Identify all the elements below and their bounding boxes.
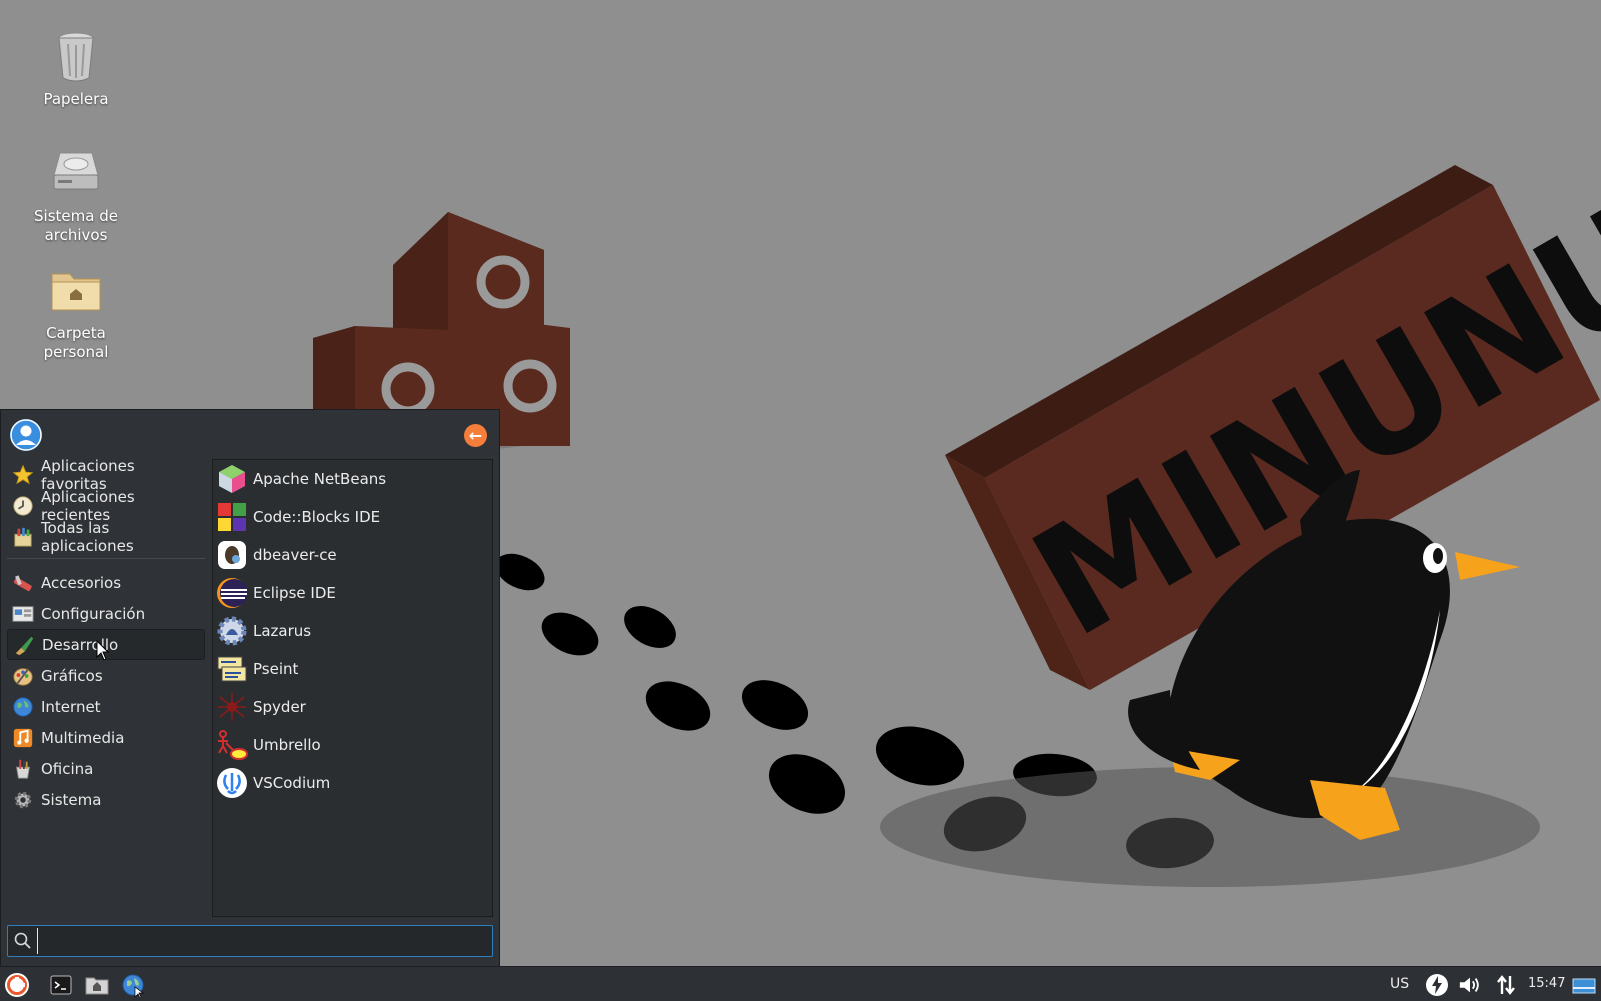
apps-icon (11, 525, 35, 549)
category-label: Todas las aplicaciones (41, 518, 134, 555)
spyder-icon (216, 691, 248, 723)
app-item-dbeaver[interactable]: dbeaver-ce (213, 536, 492, 574)
clock-icon (11, 494, 35, 518)
volume-tray[interactable] (1458, 973, 1482, 997)
web-browser-launcher[interactable] (119, 971, 147, 999)
hard-drive-icon (53, 152, 99, 190)
whisker-menu-button[interactable] (3, 971, 31, 999)
category-label: Oficina (41, 759, 94, 778)
app-item-netbeans[interactable]: Apache NetBeans (213, 460, 492, 498)
app-item-vscodium[interactable]: VSCodium (213, 764, 492, 802)
user-avatar-icon[interactable] (10, 419, 42, 451)
network-tray[interactable] (1494, 973, 1518, 997)
app-label: Spyder (253, 698, 306, 716)
arrow-left-icon: ← (468, 425, 483, 445)
eclipse-icon (216, 577, 248, 609)
whisker-menu-icon (5, 973, 29, 997)
umbrello-icon (216, 729, 248, 761)
keyboard-layout-indicator[interactable]: US (1390, 976, 1409, 992)
lazarus-icon (216, 615, 248, 647)
category-office[interactable]: Oficina (7, 753, 205, 784)
clock[interactable]: 15:47 (1528, 976, 1565, 991)
app-item-eclipse[interactable]: Eclipse IDE (213, 574, 492, 612)
category-label: Configuración (41, 604, 146, 623)
app-label: Code::Blocks IDE (253, 508, 381, 526)
development-icon (12, 633, 36, 657)
category-label: Sistema (41, 790, 102, 809)
accessories-icon (11, 571, 35, 595)
application-menu: ← Aplicaciones favoritas Aplicaciones re… (0, 409, 500, 966)
show-desktop-icon (1572, 978, 1596, 994)
category-accessories[interactable]: Accesorios (7, 567, 205, 598)
app-label: dbeaver-ce (253, 546, 337, 564)
desktop-icon-label: Papelera (43, 90, 109, 108)
office-icon (11, 757, 35, 781)
app-item-lazarus[interactable]: Lazarus (213, 612, 492, 650)
category-label: Internet (41, 697, 101, 716)
system-gear-icon (11, 788, 35, 812)
dbeaver-icon (216, 539, 248, 571)
settings-icon (11, 602, 35, 626)
terminal-icon (50, 975, 72, 995)
search-input[interactable] (37, 928, 492, 954)
power-icon (1426, 974, 1448, 996)
category-settings[interactable]: Configuración (7, 598, 205, 629)
category-graphics[interactable]: Gráficos (7, 660, 205, 691)
desktop-icon-label: Carpeta personal (43, 324, 109, 361)
volume-icon (1459, 977, 1479, 993)
category-separator (7, 558, 205, 559)
app-label: Umbrello (253, 736, 321, 754)
app-item-umbrello[interactable]: Umbrello (213, 726, 492, 764)
codeblocks-icon (216, 501, 248, 533)
app-label: Lazarus (253, 622, 312, 640)
music-icon (11, 726, 35, 750)
search-box[interactable] (7, 925, 493, 957)
globe-icon (11, 695, 35, 719)
category-label: Accesorios (41, 573, 122, 592)
home-folder-icon (51, 273, 101, 311)
category-list: Aplicaciones favoritas Aplicaciones reci… (7, 457, 205, 815)
show-desktop-button[interactable] (1572, 973, 1596, 997)
category-label: Gráficos (41, 666, 103, 685)
vscodium-icon (216, 767, 248, 799)
taskbar: US 15:47 (0, 966, 1601, 1001)
desktop-icon-home-folder[interactable]: Carpeta personal (26, 262, 126, 362)
category-favorites[interactable]: Aplicaciones favoritas (7, 457, 205, 493)
search-icon (14, 932, 31, 949)
terminal-launcher[interactable] (47, 971, 75, 999)
user-icon (10, 419, 42, 451)
web-browser-icon (122, 974, 145, 997)
app-label: Apache NetBeans (253, 470, 387, 488)
app-label: Eclipse IDE (253, 584, 336, 602)
star-icon (11, 463, 35, 487)
network-icon (1497, 975, 1515, 995)
desktop-icon-trash[interactable]: Papelera (26, 28, 126, 109)
category-recent[interactable]: Aplicaciones recientes (7, 488, 205, 524)
graphics-icon (11, 664, 35, 688)
app-item-spyder[interactable]: Spyder (213, 688, 492, 726)
category-internet[interactable]: Internet (7, 691, 205, 722)
trash-icon (58, 32, 94, 82)
netbeans-icon (216, 463, 248, 495)
app-list: Apache NetBeans Code::Blocks IDE dbeaver… (212, 459, 493, 917)
desktop-icon-filesystem[interactable]: Sistema de archivos (26, 145, 126, 245)
category-all-apps[interactable]: Todas las aplicaciones (7, 518, 205, 555)
file-manager-launcher[interactable] (83, 971, 111, 999)
app-label: VSCodium (253, 774, 331, 792)
file-manager-icon (85, 977, 109, 995)
desktop-icon-label: Sistema de archivos (34, 207, 118, 244)
mouse-cursor-icon (96, 640, 110, 661)
category-system[interactable]: Sistema (7, 784, 205, 815)
power-manager-tray[interactable] (1425, 973, 1449, 997)
pseint-icon (216, 653, 248, 685)
app-item-codeblocks[interactable]: Code::Blocks IDE (213, 498, 492, 536)
app-item-pseint[interactable]: Pseint (213, 650, 492, 688)
back-button[interactable]: ← (464, 424, 487, 447)
category-multimedia[interactable]: Multimedia (7, 722, 205, 753)
category-label: Multimedia (41, 728, 125, 747)
app-label: Pseint (253, 660, 299, 678)
